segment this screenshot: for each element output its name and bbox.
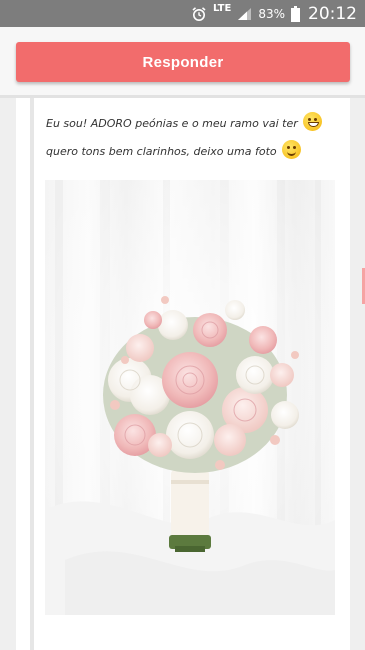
post-message: Eu sou! ADORO peónias e o meu ramo vai t… — [46, 110, 342, 166]
action-bar: Responder — [0, 27, 365, 95]
battery-icon — [291, 5, 300, 22]
reply-button[interactable]: Responder — [16, 42, 350, 82]
alarm-icon — [191, 6, 207, 22]
post-card: Eu sou! ADORO peónias e o meu ramo vai t… — [16, 98, 350, 650]
bouquet-photo[interactable] — [45, 180, 335, 615]
signal-icon — [237, 7, 252, 21]
message-line-2: quero tons bem clarinhos, deixo uma foto — [46, 145, 277, 158]
smiling-emoji-icon — [282, 140, 302, 159]
status-bar: LTE 83% 20:12 — [0, 0, 365, 27]
clock: 20:12 — [308, 3, 357, 24]
battery-percent: 83% — [258, 6, 285, 21]
message-line-1: Eu sou! ADORO peónias e o meu ramo vai t… — [46, 117, 298, 130]
quote-rule — [30, 98, 34, 650]
network-type: LTE — [212, 2, 232, 14]
grinning-emoji-icon — [303, 112, 323, 131]
